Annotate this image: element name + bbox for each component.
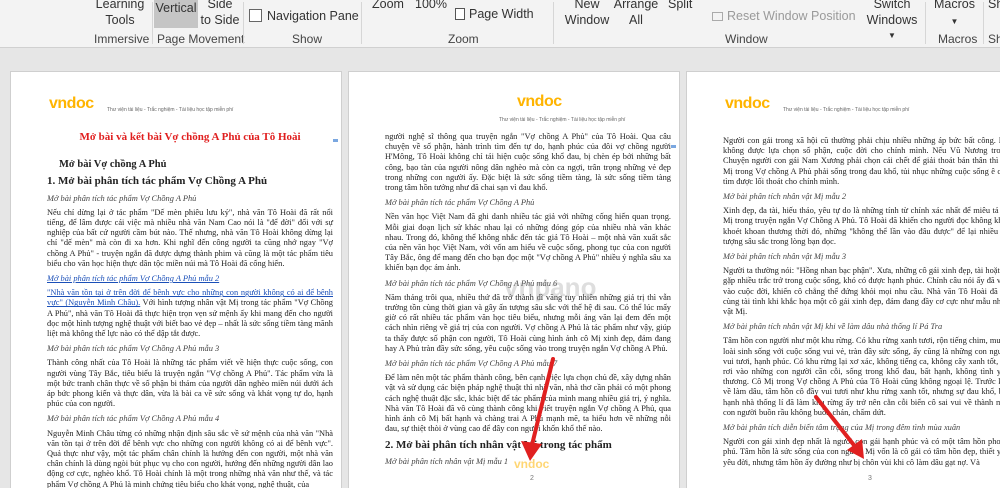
page-3[interactable]: vndoc Thư viện tài liệu - Trắc nghiệm - … bbox=[686, 71, 1000, 488]
paragraph: "Nhà văn tồn tại ở trên đời để bênh vực … bbox=[47, 288, 333, 339]
paragraph: Người con gái trong xã hội cũ thường phả… bbox=[723, 136, 1000, 186]
chevron-down-icon: ▼ bbox=[950, 17, 959, 26]
paragraph: người nghệ sĩ thông qua truyện ngắn "Vợ … bbox=[385, 132, 671, 193]
group-label-page-movement: Page Movement bbox=[157, 32, 245, 46]
page-width-button[interactable]: Page Width bbox=[455, 7, 534, 21]
reset-window-position-button[interactable]: Reset Window Position bbox=[712, 9, 856, 23]
paragraph: Người ta thường nói: "Hồng nhan bạc phận… bbox=[723, 266, 1000, 317]
heading-2: 1. Mở bài phân tích tác phẩm Vợ Chồng A … bbox=[47, 175, 268, 188]
paragraph: Để làm nên một tác phẩm thành công, bên … bbox=[385, 373, 671, 434]
group-label-zoom: Zoom bbox=[448, 32, 479, 46]
heading-2: 2. Mở bài phân tích nhân vật Mị trong tá… bbox=[385, 439, 612, 452]
zoom-100-button[interactable]: 100% bbox=[415, 0, 447, 11]
subheading: Mở bài phân tích tác phẩm Vợ Chồng A Phủ… bbox=[385, 359, 558, 369]
vndoc-logo: vndoc bbox=[517, 93, 562, 110]
page-number: 2 bbox=[530, 475, 534, 482]
page-2[interactable]: vndoc Thư viện tài liệu - Trắc nghiệm - … bbox=[348, 71, 680, 488]
subheading: Mở bài phân tích tác phẩm Vợ Chồng A Phủ… bbox=[47, 414, 220, 424]
paragraph: Nguyễn Minh Châu từng có những nhận định… bbox=[47, 428, 333, 488]
paragraph: Thành công nhất của Tô Hoài là những tác… bbox=[47, 358, 333, 409]
new-window-button[interactable]: New Window bbox=[562, 0, 612, 27]
group-label-window: Window bbox=[725, 32, 768, 46]
anchor-mark bbox=[671, 145, 676, 148]
subheading: Mở bài phân tích tác phẩm Vợ Chồng A Phủ bbox=[47, 193, 197, 203]
page-tagline: Thư viện tài liệu - Trắc nghiệm - Tài li… bbox=[107, 107, 234, 113]
paragraph: Tâm hồn con người như một khu rừng. Có k… bbox=[723, 336, 1000, 417]
vertical-button[interactable]: Vertical bbox=[154, 0, 198, 28]
subheading: Mở bài phân tích tác phẩm Vợ Chồng A Phủ… bbox=[47, 344, 220, 354]
zoom-button[interactable]: Zoom bbox=[372, 0, 404, 11]
subheading-link[interactable]: Mở bài phân tích tác phẩm Vợ Chồng A Phủ… bbox=[47, 274, 333, 284]
subheading: Mở bài phân tích nhân vật Mị mẫu 2 bbox=[723, 192, 847, 202]
watermark: vnpano bbox=[504, 272, 597, 302]
footer-logo: vndoc bbox=[514, 457, 550, 471]
group-separator bbox=[983, 2, 984, 44]
group-label-show: Show bbox=[292, 32, 323, 46]
document-area: vndoc Thư viện tài liệu - Trắc nghiệm - … bbox=[0, 49, 1000, 488]
page-tagline: Thư viện tài liệu - Trắc nghiệm - Tài li… bbox=[499, 117, 626, 123]
group-separator bbox=[553, 2, 554, 44]
group-separator bbox=[925, 2, 926, 44]
anchor-mark bbox=[333, 139, 338, 142]
macros-button[interactable]: Macros ▼ bbox=[934, 0, 975, 29]
sh-button[interactable]: Sh bbox=[988, 0, 1000, 11]
learning-tools-button[interactable]: Learning Tools bbox=[92, 0, 148, 27]
navigation-pane-checkbox[interactable] bbox=[249, 9, 262, 22]
switch-windows-button[interactable]: Switch Windows ▼ bbox=[866, 0, 918, 43]
vndoc-logo: vndoc bbox=[725, 95, 770, 112]
group-separator bbox=[243, 2, 244, 44]
chevron-down-icon: ▼ bbox=[888, 31, 896, 40]
paragraph: Người con gái xinh đẹp nhất là người con… bbox=[723, 437, 1000, 467]
split-button[interactable]: Split bbox=[668, 0, 692, 11]
paragraph: Năm tháng trôi qua, nhiều thứ đã trở thà… bbox=[385, 292, 671, 353]
reset-window-icon bbox=[712, 12, 723, 21]
group-label-sh: Sh bbox=[988, 32, 1000, 46]
group-label-immersive: Immersive bbox=[94, 32, 150, 46]
paragraph: Xinh đẹp, đa tài, hiếu thảo, yêu tự do l… bbox=[723, 206, 1000, 246]
paragraph: Nền văn học Việt Nam đã ghi danh nhiều t… bbox=[385, 212, 671, 273]
page-1[interactable]: vndoc Thư viện tài liệu - Trắc nghiệm - … bbox=[10, 71, 342, 488]
group-separator bbox=[152, 2, 153, 44]
arrange-all-button[interactable]: Arrange All bbox=[612, 0, 660, 27]
page-number: 3 bbox=[868, 475, 872, 482]
group-label-macros: Macros bbox=[938, 32, 978, 46]
subheading: Mở bài phân tích nhân vật Mị khi về làm … bbox=[723, 322, 943, 332]
heading-1: Mở bài Vợ chồng A Phủ bbox=[59, 159, 167, 171]
subheading: Mở bài phân tích nhân vật Mị mẫu 3 bbox=[723, 252, 847, 262]
group-separator bbox=[361, 2, 362, 44]
page-width-icon bbox=[455, 8, 465, 20]
navigation-pane-label[interactable]: Navigation Pane bbox=[267, 9, 359, 23]
subheading: Mở bài phân tích tác phẩm Vợ Chồng A Phủ bbox=[385, 198, 535, 208]
vndoc-logo: vndoc bbox=[49, 95, 94, 112]
subheading: Mở bài phân tích diễn biến tâm trạng của… bbox=[723, 423, 961, 433]
ribbon: Learning Tools Immersive Vertical Side t… bbox=[0, 0, 1000, 48]
side-to-side-button[interactable]: Side to Side bbox=[200, 0, 240, 27]
page-tagline: Thư viện tài liệu - Trắc nghiệm - Tài li… bbox=[783, 107, 910, 113]
document-title: Mở bài và kết bài Vợ chồng A Phủ của Tô … bbox=[79, 131, 301, 143]
paragraph: Nếu chỉ dừng lại ở tác phẩm "Dế mèn phiê… bbox=[47, 207, 333, 268]
